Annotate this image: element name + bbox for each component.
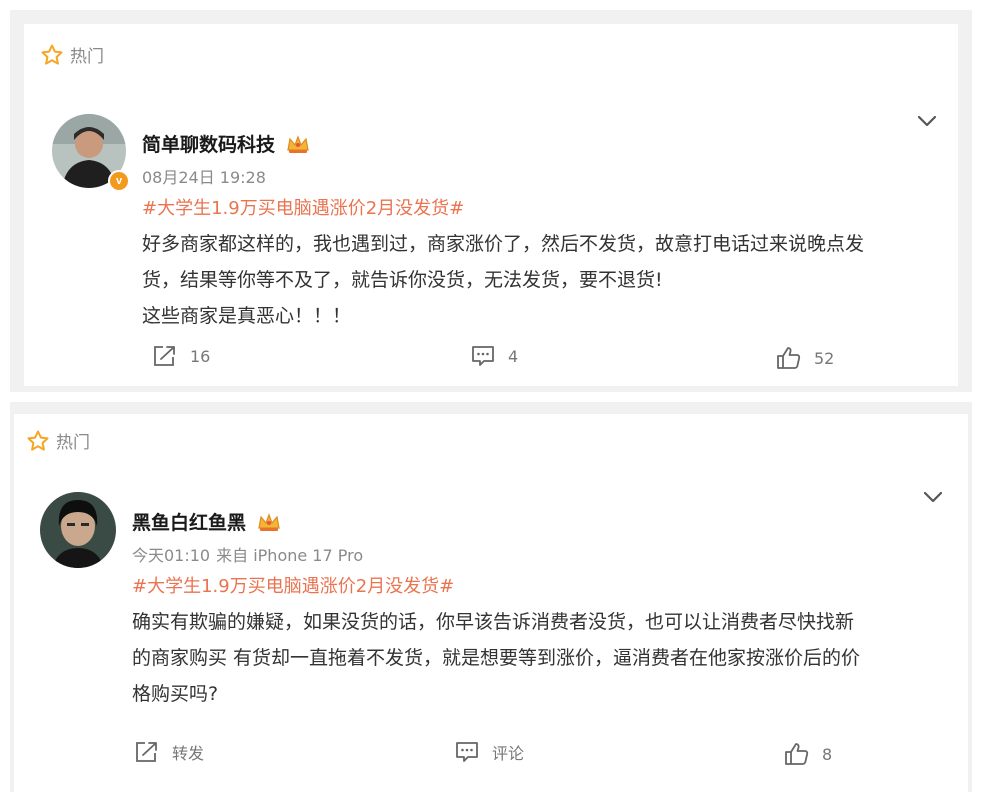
post-card-2: 热门 黑鱼白红鱼黑 今天01:10 来自 iPhone 17 Pro #大学生1…	[14, 414, 968, 792]
hot-tag: 热门	[40, 42, 104, 67]
repost-button[interactable]: 16	[152, 344, 210, 368]
comment-icon	[472, 346, 494, 366]
star-icon	[27, 430, 49, 451]
avatar[interactable]	[40, 492, 116, 568]
post-content: 确实有欺骗的嫌疑，如果没货的话，你早该告诉消费者没货，也可以让消费者尽快找新 的…	[132, 604, 860, 712]
content-line: 的商家购买 有货却一直拖着不发货，就是想要等到涨价，逼消费者在他家按涨价后的价	[132, 647, 861, 669]
content-line: 确实有欺骗的嫌疑，如果没货的话，你早该告诉消费者没货，也可以让消费者尽快找新	[132, 611, 855, 633]
hot-tag: 热门	[26, 428, 90, 453]
thumbs-up-icon	[777, 347, 801, 369]
verified-badge: v	[108, 170, 130, 192]
share-icon	[136, 742, 157, 762]
post-card-1: 热门 v 简单聊数码科技 08月24日 19:28 #大学生1.9万买电脑遇涨价…	[24, 24, 958, 386]
author-name[interactable]: 简单聊数码科技	[142, 130, 275, 157]
share-icon	[154, 346, 175, 366]
content-line: 这些商家是真恶心！！！	[142, 305, 352, 327]
like-count: 8	[822, 744, 833, 764]
author-name[interactable]: 黑鱼白红鱼黑	[132, 508, 246, 535]
post-source: 来自 iPhone 17 Pro	[216, 546, 364, 565]
comment-count: 4	[508, 346, 519, 366]
like-button[interactable]: 8	[784, 742, 832, 766]
post-time: 今天01:10	[132, 546, 211, 565]
content-line: 货，结果等你等不及了，就告诉你没货，无法发货，要不退货!	[142, 269, 663, 291]
comment-button[interactable]: 4	[470, 344, 518, 368]
comment-button[interactable]: 评论	[454, 740, 524, 764]
star-icon	[41, 44, 63, 65]
like-count: 52	[814, 348, 835, 368]
content-line: 好多商家都这样的，我也遇到过，商家涨价了，然后不发货，故意打电话过来说晚点发	[142, 233, 865, 255]
like-button[interactable]: 52	[776, 346, 834, 370]
comment-label: 评论	[492, 744, 525, 763]
post-card-1-frame: 热门 v 简单聊数码科技 08月24日 19:28 #大学生1.9万买电脑遇涨价…	[10, 10, 972, 392]
repost-button[interactable]: 转发	[134, 740, 204, 764]
chevron-down-icon[interactable]	[922, 486, 944, 508]
thumbs-up-icon	[785, 743, 809, 765]
chevron-down-icon[interactable]	[916, 110, 938, 132]
topic-link[interactable]: #大学生1.9万买电脑遇涨价2月没发货#	[142, 194, 464, 220]
post-time: 08月24日 19:28	[142, 168, 266, 187]
repost-count: 16	[190, 346, 211, 366]
topic-link[interactable]: #大学生1.9万买电脑遇涨价2月没发货#	[132, 572, 454, 598]
crown-icon	[287, 134, 309, 153]
comment-icon	[456, 742, 478, 762]
content-line: 格购买吗?	[132, 683, 219, 705]
crown-icon	[258, 512, 280, 531]
hot-label: 热门	[56, 433, 90, 453]
post-card-2-frame: 热门 黑鱼白红鱼黑 今天01:10 来自 iPhone 17 Pro #大学生1…	[10, 402, 972, 792]
repost-label: 转发	[172, 744, 205, 763]
hot-label: 热门	[70, 47, 104, 67]
post-content: 好多商家都这样的，我也遇到过，商家涨价了，然后不发货，故意打电话过来说晚点发 货…	[142, 226, 864, 334]
